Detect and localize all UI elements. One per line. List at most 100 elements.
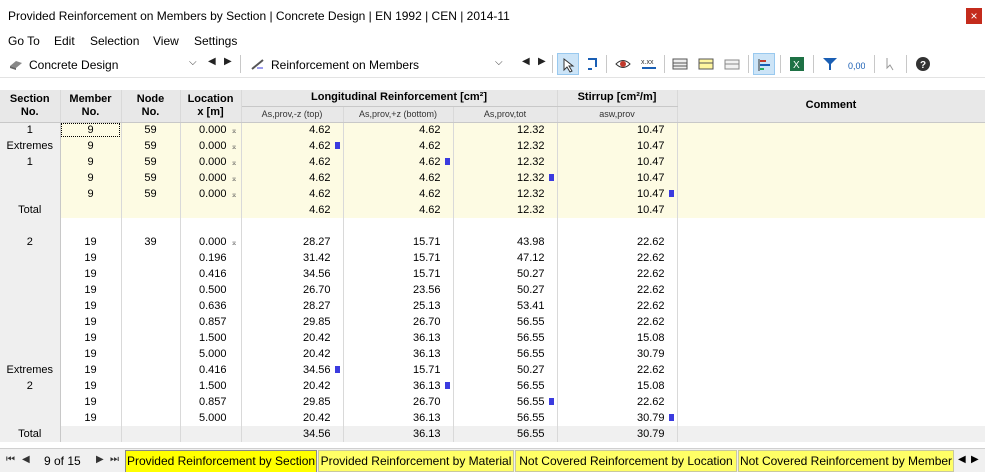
as-tot-cell[interactable]: 12.32 — [453, 138, 558, 154]
table-row[interactable]: 9 59 0.000 ⌅ 4.62 4.62 12.32 10.47 — [0, 186, 985, 202]
as-top-cell[interactable]: 4.62 — [241, 138, 344, 154]
tab-scroll-left-icon[interactable]: ◀ — [958, 454, 966, 465]
as-top-cell[interactable]: 29.85 — [241, 314, 344, 330]
as-bottom-cell[interactable]: 26.70 — [343, 314, 454, 330]
asw-cell[interactable]: 10.47 — [557, 138, 678, 154]
asw-cell[interactable]: 22.62 — [557, 282, 678, 298]
node-cell[interactable] — [121, 394, 181, 410]
location-cell[interactable]: 0.000 ⌅ — [180, 234, 242, 250]
menu-settings[interactable]: Settings — [194, 34, 237, 48]
asw-cell[interactable]: 15.08 — [557, 378, 678, 394]
comment-cell[interactable] — [677, 314, 985, 330]
table-row[interactable]: 2 19 39 0.000 ⌅ 28.27 15.71 43.98 22.62 — [0, 234, 985, 250]
result-combo[interactable]: Reinforcement on Members ⌵ — [244, 53, 512, 75]
as-top-cell[interactable]: 20.42 — [241, 330, 344, 346]
menu-selection[interactable]: Selection — [90, 34, 139, 48]
table-row[interactable]: 19 5.000 20.42 36.13 56.55 30.79 — [0, 346, 985, 362]
node-cell[interactable] — [121, 410, 181, 426]
table-yellow-button[interactable] — [695, 53, 717, 75]
as-tot-cell[interactable]: 12.32 — [453, 186, 558, 202]
location-cell[interactable]: 0.000 ⌅ — [180, 186, 242, 202]
excel-export-button[interactable]: X — [786, 53, 808, 75]
as-bottom-cell[interactable]: 36.13 — [343, 426, 454, 442]
as-bottom-cell[interactable]: 4.62 — [343, 170, 454, 186]
as-bottom-cell[interactable]: 15.71 — [343, 362, 454, 378]
table-row[interactable]: 9 59 0.000 ⌅ 4.62 4.62 12.32 10.47 — [0, 170, 985, 186]
location-cell[interactable]: 0.500 — [180, 282, 242, 298]
prev-arrow-icon[interactable]: ◀ — [522, 56, 530, 67]
tab-provided-by-material[interactable]: Provided Reinforcement by Material — [318, 450, 514, 472]
member-cell[interactable]: 19 — [60, 394, 122, 410]
total-row[interactable]: Total 34.56 36.13 56.55 30.79 — [0, 426, 985, 442]
as-tot-cell[interactable]: 43.98 — [453, 234, 558, 250]
as-bottom-cell[interactable]: 15.71 — [343, 234, 454, 250]
as-tot-cell[interactable]: 12.32 — [453, 154, 558, 170]
node-cell[interactable] — [121, 426, 181, 442]
module-combo[interactable]: Concrete Design ⌵ — [2, 53, 206, 75]
table-button[interactable] — [669, 53, 691, 75]
col-comment-header[interactable]: Comment — [677, 90, 985, 123]
as-top-cell[interactable]: 20.42 — [241, 346, 344, 362]
location-cell[interactable]: 0.857 — [180, 394, 242, 410]
location-cell[interactable]: 0.416 — [180, 362, 242, 378]
node-cell[interactable] — [121, 362, 181, 378]
location-cell[interactable]: 0.000 ⌅ — [180, 170, 242, 186]
member-cell[interactable]: 9 — [60, 122, 122, 138]
member-cell[interactable]: 19 — [60, 314, 122, 330]
next-arrow-icon[interactable]: ▶ — [224, 56, 232, 67]
location-cell[interactable]: 0.196 — [180, 250, 242, 266]
comment-cell[interactable] — [677, 138, 985, 154]
last-page-icon[interactable]: ⏭ — [110, 454, 119, 465]
select-in-model-button[interactable] — [557, 53, 579, 75]
asw-cell[interactable]: 30.79 — [557, 346, 678, 362]
as-tot-cell[interactable]: 56.55 — [453, 314, 558, 330]
close-button[interactable]: × — [966, 8, 982, 24]
member-cell[interactable]: 9 — [60, 138, 122, 154]
col-longitudinal-header[interactable]: Longitudinal Reinforcement [cm²] — [241, 90, 558, 107]
node-cell[interactable] — [121, 298, 181, 314]
as-tot-cell[interactable]: 50.27 — [453, 282, 558, 298]
as-top-cell[interactable]: 34.56 — [241, 266, 344, 282]
table-row[interactable]: 19 0.196 31.42 15.71 47.12 22.62 — [0, 250, 985, 266]
as-top-cell[interactable]: 4.62 — [241, 186, 344, 202]
node-cell[interactable]: 39 — [121, 234, 181, 250]
location-cell[interactable]: 0.000 ⌅ — [180, 154, 242, 170]
comment-cell[interactable] — [677, 250, 985, 266]
as-tot-cell[interactable]: 56.55 — [453, 426, 558, 442]
asw-cell[interactable]: 10.47 — [557, 202, 678, 218]
as-top-cell[interactable]: 26.70 — [241, 282, 344, 298]
as-bottom-cell[interactable]: 36.13 — [343, 378, 454, 394]
location-cell[interactable]: 1.500 — [180, 378, 242, 394]
as-bottom-cell[interactable]: 23.56 — [343, 282, 454, 298]
location-cell[interactable] — [180, 202, 242, 218]
comment-cell[interactable] — [677, 330, 985, 346]
asw-cell[interactable]: 10.47 — [557, 154, 678, 170]
as-tot-cell[interactable]: 12.32 — [453, 170, 558, 186]
table-collapse-button[interactable] — [721, 53, 743, 75]
menu-view[interactable]: View — [153, 34, 179, 48]
total-row[interactable]: Total 4.62 4.62 12.32 10.47 — [0, 202, 985, 218]
table-row[interactable]: 19 0.416 34.56 15.71 50.27 22.62 — [0, 266, 985, 282]
comment-cell[interactable] — [677, 378, 985, 394]
as-top-cell[interactable]: 4.62 — [241, 122, 344, 138]
menu-edit[interactable]: Edit — [54, 34, 75, 48]
as-top-cell[interactable]: 34.56 — [241, 426, 344, 442]
as-tot-cell[interactable]: 56.55 — [453, 394, 558, 410]
node-cell[interactable] — [121, 346, 181, 362]
asw-cell[interactable]: 22.62 — [557, 394, 678, 410]
distribution-button[interactable] — [753, 53, 775, 75]
col-as-tot-header[interactable]: As,prov,tot — [453, 106, 558, 123]
comment-cell[interactable] — [677, 202, 985, 218]
table-row[interactable]: 1 9 59 0.000 ⌅ 4.62 4.62 12.32 10.47 — [0, 122, 985, 138]
node-cell[interactable] — [121, 282, 181, 298]
table-row[interactable]: Extremes 19 0.416 34.56 15.71 50.27 22.62 — [0, 362, 985, 378]
table-row[interactable]: 2 19 1.500 20.42 36.13 56.55 15.08 — [0, 378, 985, 394]
as-bottom-cell[interactable]: 4.62 — [343, 202, 454, 218]
asw-cell[interactable]: 22.62 — [557, 298, 678, 314]
comment-cell[interactable] — [677, 234, 985, 250]
col-location-header[interactable]: Location x [m] — [180, 90, 242, 123]
as-bottom-cell[interactable]: 36.13 — [343, 410, 454, 426]
menu-go-to[interactable]: Go To — [8, 34, 40, 48]
as-tot-cell[interactable]: 12.32 — [453, 122, 558, 138]
col-section-header[interactable]: Section No. — [0, 90, 61, 123]
